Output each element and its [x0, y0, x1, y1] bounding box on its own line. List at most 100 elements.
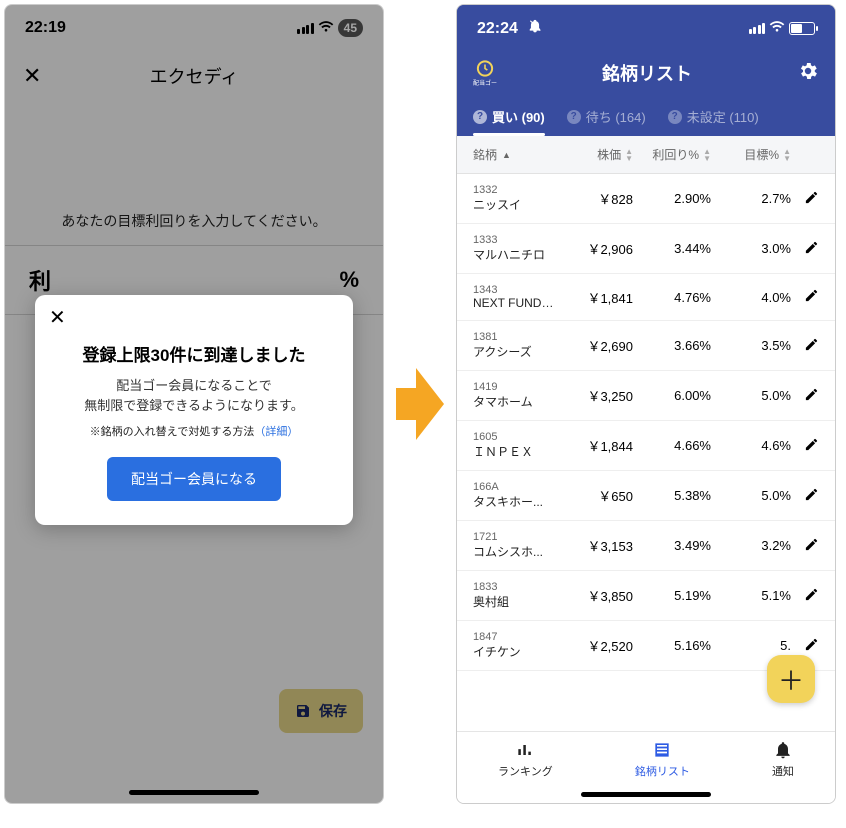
target-cell: 4.6% — [711, 438, 791, 453]
nav-list[interactable]: 銘柄リスト — [635, 740, 690, 779]
price-cell: ￥2,690 — [561, 336, 633, 355]
pencil-icon — [804, 437, 819, 452]
bar-chart-icon — [515, 740, 535, 760]
yield-cell: 3.66% — [633, 338, 711, 353]
stock-code: 1332 — [473, 184, 561, 196]
target-cell: 5.0% — [711, 388, 791, 403]
yield-cell: 4.66% — [633, 438, 711, 453]
stock-name-cell: 1343NEXT FUNDS ... — [473, 284, 561, 310]
help-icon[interactable]: ? — [668, 110, 682, 124]
help-icon[interactable]: ? — [473, 110, 487, 124]
table-row[interactable]: 1332ニッスイ￥8282.90%2.7% — [457, 174, 835, 224]
yield-cell: 3.44% — [633, 241, 711, 256]
tab-wait[interactable]: ? 待ち (164) — [567, 99, 646, 136]
target-cell: 4.0% — [711, 290, 791, 305]
stock-name: イチケン — [473, 643, 557, 660]
status-time: 22:24 — [477, 20, 518, 37]
stock-name: ＩＮＰＥＸ — [473, 443, 557, 460]
price-cell: ￥3,850 — [561, 586, 633, 605]
edit-button[interactable] — [791, 537, 819, 555]
table-row[interactable]: 1605ＩＮＰＥＸ￥1,8444.66%4.6% — [457, 421, 835, 471]
pencil-icon — [804, 487, 819, 502]
stock-code: 166A — [473, 481, 561, 493]
col-name[interactable]: 銘柄▲ — [473, 146, 561, 163]
table-row[interactable]: 1333マルハニチロ￥2,9063.44%3.0% — [457, 224, 835, 274]
price-cell: ￥828 — [561, 189, 633, 208]
pencil-icon — [804, 190, 819, 205]
edit-button[interactable] — [791, 437, 819, 455]
table-row[interactable]: 1343NEXT FUNDS ...￥1,8414.76%4.0% — [457, 274, 835, 321]
edit-button[interactable] — [791, 387, 819, 405]
stock-name-cell: 1721コムシスホ... — [473, 531, 561, 560]
plus-icon: ＋ — [778, 661, 804, 698]
target-cell: 5.0% — [711, 488, 791, 503]
col-yield[interactable]: 利回り%▲▼ — [633, 146, 711, 163]
pencil-icon — [804, 240, 819, 255]
details-link[interactable]: （詳細） — [254, 426, 298, 438]
table-row[interactable]: 166Aタスキホー...￥6505.38%5.0% — [457, 471, 835, 521]
settings-icon[interactable] — [797, 60, 819, 87]
edit-button[interactable] — [791, 487, 819, 505]
price-cell: ￥2,520 — [561, 636, 633, 655]
stock-name: 奥村組 — [473, 593, 557, 610]
table-row[interactable]: 1381アクシーズ￥2,6903.66%3.5% — [457, 321, 835, 371]
bell-icon — [773, 740, 793, 760]
nav-ranking[interactable]: ランキング — [498, 740, 553, 779]
left-phone-frame: 22:19 45 ✕ エクセディ あなたの目標利回りを入力してください。 利 %… — [4, 4, 384, 804]
pencil-icon — [804, 537, 819, 552]
stock-name: アクシーズ — [473, 343, 557, 360]
tab-buy[interactable]: ? 買い (90) — [473, 99, 545, 136]
edit-button[interactable] — [791, 587, 819, 605]
table-row[interactable]: 1721コムシスホ...￥3,1533.49%3.2% — [457, 521, 835, 571]
sort-icon: ▲▼ — [703, 148, 711, 162]
stock-name: コムシスホ... — [473, 543, 557, 560]
home-indicator — [581, 792, 711, 797]
price-cell: ￥3,250 — [561, 386, 633, 405]
nav-notify[interactable]: 通知 — [772, 740, 794, 779]
yield-cell: 4.76% — [633, 290, 711, 305]
yield-cell: 5.16% — [633, 638, 711, 653]
edit-button[interactable] — [791, 190, 819, 208]
titlebar: 配当ゴー 銘柄リスト — [457, 51, 835, 99]
tab-unset[interactable]: ? 未設定 (110) — [668, 99, 759, 136]
stock-name-cell: 1333マルハニチロ — [473, 234, 561, 263]
table-row[interactable]: 1419タマホーム￥3,2506.00%5.0% — [457, 371, 835, 421]
stock-name-cell: 1332ニッスイ — [473, 184, 561, 213]
become-member-button[interactable]: 配当ゴー会員になる — [107, 457, 281, 501]
add-button[interactable]: ＋ — [767, 655, 815, 703]
target-cell: 3.0% — [711, 241, 791, 256]
close-icon[interactable]: ✕ — [49, 305, 66, 330]
col-target[interactable]: 目標%▲▼ — [711, 146, 791, 163]
stock-name: マルハニチロ — [473, 246, 557, 263]
stock-name-cell: 1381アクシーズ — [473, 331, 561, 360]
app-logo[interactable]: 配当ゴー — [473, 59, 497, 87]
help-icon[interactable]: ? — [567, 110, 581, 124]
stock-name: タマホーム — [473, 393, 557, 410]
target-cell: 3.5% — [711, 338, 791, 353]
pencil-icon — [804, 337, 819, 352]
status-bar: 22:24 — [457, 5, 835, 51]
col-price[interactable]: 株価▲▼ — [561, 146, 633, 163]
stock-name: ニッスイ — [473, 196, 557, 213]
edit-button[interactable] — [791, 288, 819, 306]
stock-code: 1833 — [473, 581, 561, 593]
target-cell: 3.2% — [711, 538, 791, 553]
edit-button[interactable] — [791, 240, 819, 258]
modal-title: 登録上限30件に到達しました — [53, 341, 335, 366]
edit-button[interactable] — [791, 337, 819, 355]
target-cell: 5.1% — [711, 588, 791, 603]
yield-cell: 2.90% — [633, 191, 711, 206]
stock-name: NEXT FUNDS ... — [473, 296, 557, 310]
edit-button[interactable] — [791, 637, 819, 655]
price-cell: ￥2,906 — [561, 239, 633, 258]
stock-code: 1343 — [473, 284, 561, 296]
sort-asc-icon: ▲ — [502, 150, 511, 160]
stock-name-cell: 1419タマホーム — [473, 381, 561, 410]
target-cell: 5. — [711, 638, 791, 653]
column-header: 銘柄▲ 株価▲▼ 利回り%▲▼ 目標%▲▼ — [457, 136, 835, 174]
stock-name-cell: 1847イチケン — [473, 631, 561, 660]
yield-cell: 5.38% — [633, 488, 711, 503]
modal-note: ※銘柄の入れ替えで対処する方法（詳細） — [53, 423, 335, 439]
stock-list[interactable]: 1332ニッスイ￥8282.90%2.7%1333マルハニチロ￥2,9063.4… — [457, 174, 835, 702]
table-row[interactable]: 1833奥村組￥3,8505.19%5.1% — [457, 571, 835, 621]
